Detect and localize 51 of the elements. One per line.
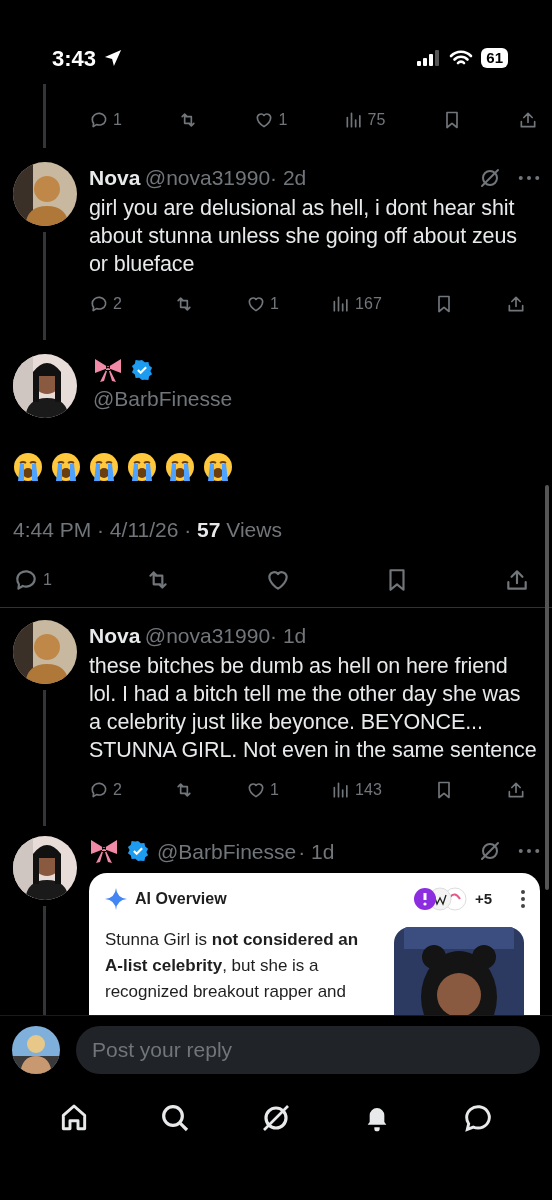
reply-button[interactable]: 1 — [13, 567, 52, 593]
crying-face-icon — [165, 451, 195, 482]
post-timestamp: 4:44 PM · 4/11/26 · — [13, 517, 193, 541]
kebab-icon — [520, 889, 526, 909]
reply-field[interactable]: Post your reply — [76, 1026, 540, 1074]
views-button[interactable]: 143 — [331, 777, 382, 802]
status-time: 3:43 — [52, 44, 97, 73]
author-handle[interactable]: @BarbFinesse — [93, 382, 233, 415]
post-text: girl you are delusional as hell, i dont hear shit about stunna unless she going off about zeus or blueface — [89, 194, 518, 278]
reply-button[interactable]: 1 — [89, 108, 122, 132]
more-icon — [518, 847, 540, 856]
views-label: Views — [226, 517, 282, 541]
more-icon — [518, 173, 540, 182]
post-text: these bitches be dumb as hell on here friend lol. I had a bitch tell me the other day she was a celebrity just like beyonce. BEYONCE... STUNNA GIRL. Not even in the same sentence — [89, 652, 538, 764]
signal-icon — [417, 50, 442, 66]
like-button[interactable]: 1 — [254, 108, 288, 132]
views-button[interactable]: 75 — [343, 108, 386, 132]
reply-button[interactable]: 2 — [89, 291, 122, 316]
post-age: · 2d — [270, 166, 307, 189]
scrollbar[interactable] — [545, 485, 549, 890]
wifi-icon — [449, 49, 474, 67]
crying-face-icon — [51, 451, 81, 482]
reply-icon — [89, 110, 109, 130]
author-name[interactable]: Nova — [89, 624, 141, 647]
author-handle[interactable]: @nova31990 — [144, 166, 271, 189]
like-button[interactable]: 1 — [246, 777, 279, 802]
overview-text: Stunna Girl is not considered an A-list celebrity, but she is a recognized breakout rapper and — [105, 929, 360, 1003]
ai-overview-card[interactable]: AI Overview +5 Stunna Girl is not considered an A-list celebrity, but she is a recognized breakout rapper and — [89, 873, 540, 1015]
location-arrow-icon — [104, 49, 123, 67]
bow-icon — [93, 356, 123, 383]
views-button[interactable]: 167 — [331, 291, 382, 316]
post-age: · 1d — [298, 838, 335, 865]
author-handle[interactable]: @nova31990 — [144, 624, 271, 647]
bow-icon — [89, 838, 119, 865]
reply-button[interactable]: 2 — [89, 777, 122, 802]
author-name[interactable]: Nova — [89, 166, 141, 189]
sparkle-icon — [105, 888, 127, 910]
card-title: AI Overview — [135, 889, 227, 909]
crying-face-icon — [127, 451, 157, 482]
post-age: · 1d — [270, 624, 307, 647]
like-button[interactable]: 1 — [246, 291, 279, 316]
more-sources-count[interactable]: +5 — [474, 887, 492, 911]
reply-icon — [13, 567, 39, 593]
battery-level: 61 — [481, 48, 508, 68]
crying-face-icon — [13, 451, 43, 482]
crying-face-icon — [203, 451, 233, 482]
crying-face-icon — [89, 451, 119, 482]
author-handle[interactable]: @BarbFinesse — [157, 835, 297, 867]
heart-icon — [254, 110, 275, 130]
view-count: 57 — [197, 517, 221, 541]
source-icon — [412, 887, 467, 911]
